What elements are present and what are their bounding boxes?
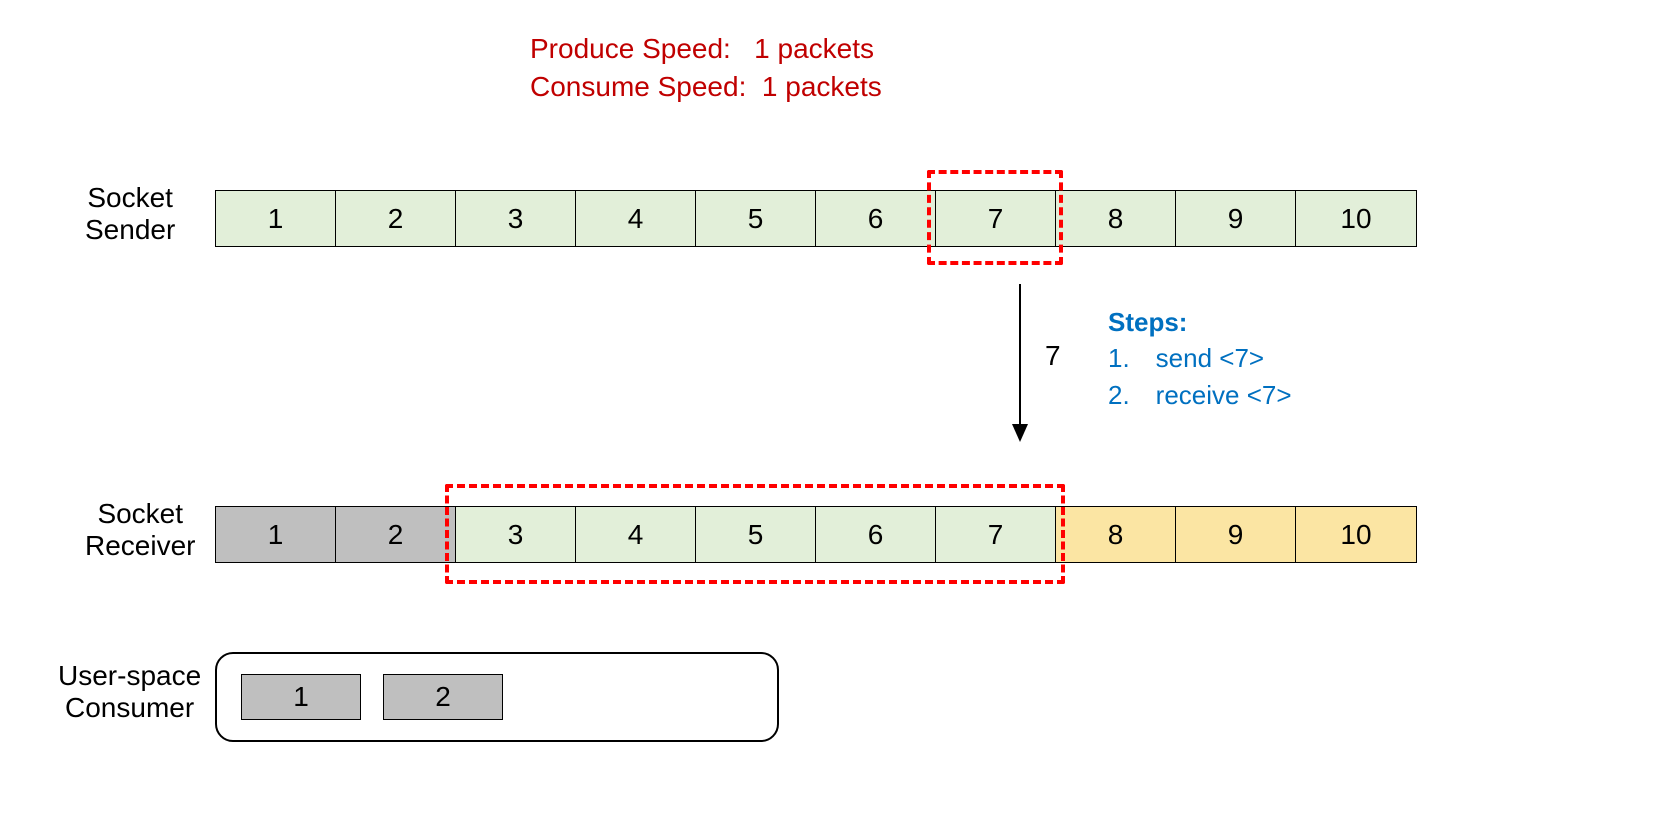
step-item: 1. send <7> bbox=[1108, 340, 1292, 376]
sender-label-l1: Socket bbox=[85, 182, 175, 214]
consume-label: Consume Speed: bbox=[530, 71, 746, 102]
sender-cell: 2 bbox=[336, 191, 456, 246]
consumer-label: User-space Consumer bbox=[58, 660, 201, 724]
consume-value: 1 packets bbox=[762, 71, 882, 102]
consumed-packet: 2 bbox=[383, 674, 503, 720]
receiver-cell: 9 bbox=[1176, 507, 1296, 562]
sender-cell: 1 bbox=[216, 191, 336, 246]
sender-cell: 6 bbox=[816, 191, 936, 246]
steps-panel: Steps: 1. send <7>2. receive <7> bbox=[1108, 304, 1292, 413]
sender-buffer: 12345678910 bbox=[215, 190, 1417, 247]
sender-cell: 8 bbox=[1056, 191, 1176, 246]
steps-title: Steps: bbox=[1108, 304, 1292, 340]
sender-cell: 4 bbox=[576, 191, 696, 246]
user-space-consumer-box: 12 bbox=[215, 652, 779, 742]
receiver-label-l1: Socket bbox=[85, 498, 195, 530]
receiver-label: Socket Receiver bbox=[85, 498, 195, 562]
produce-value: 1 packets bbox=[754, 33, 874, 64]
receiver-cell: 1 bbox=[216, 507, 336, 562]
receiver-cell: 8 bbox=[1056, 507, 1176, 562]
speed-info: Produce Speed: 1 packets Consume Speed: … bbox=[530, 30, 882, 106]
consume-speed-line: Consume Speed: 1 packets bbox=[530, 68, 882, 106]
sender-cell: 5 bbox=[696, 191, 816, 246]
produce-speed-line: Produce Speed: 1 packets bbox=[530, 30, 882, 68]
step-item: 2. receive <7> bbox=[1108, 377, 1292, 413]
sender-label: Socket Sender bbox=[85, 182, 175, 246]
produce-label: Produce Speed: bbox=[530, 33, 731, 64]
sender-cell: 10 bbox=[1296, 191, 1416, 246]
transfer-arrow-icon bbox=[1000, 284, 1040, 444]
receiver-cell: 2 bbox=[336, 507, 456, 562]
sender-highlight-box bbox=[927, 170, 1063, 265]
receiver-window-box bbox=[445, 484, 1065, 584]
consumer-label-l1: User-space bbox=[58, 660, 201, 692]
sender-cell: 3 bbox=[456, 191, 576, 246]
consumer-label-l2: Consumer bbox=[58, 692, 201, 724]
arrow-packet-number: 7 bbox=[1045, 340, 1061, 372]
sender-label-l2: Sender bbox=[85, 214, 175, 246]
sender-cell: 9 bbox=[1176, 191, 1296, 246]
receiver-label-l2: Receiver bbox=[85, 530, 195, 562]
consumed-packet: 1 bbox=[241, 674, 361, 720]
receiver-cell: 10 bbox=[1296, 507, 1416, 562]
